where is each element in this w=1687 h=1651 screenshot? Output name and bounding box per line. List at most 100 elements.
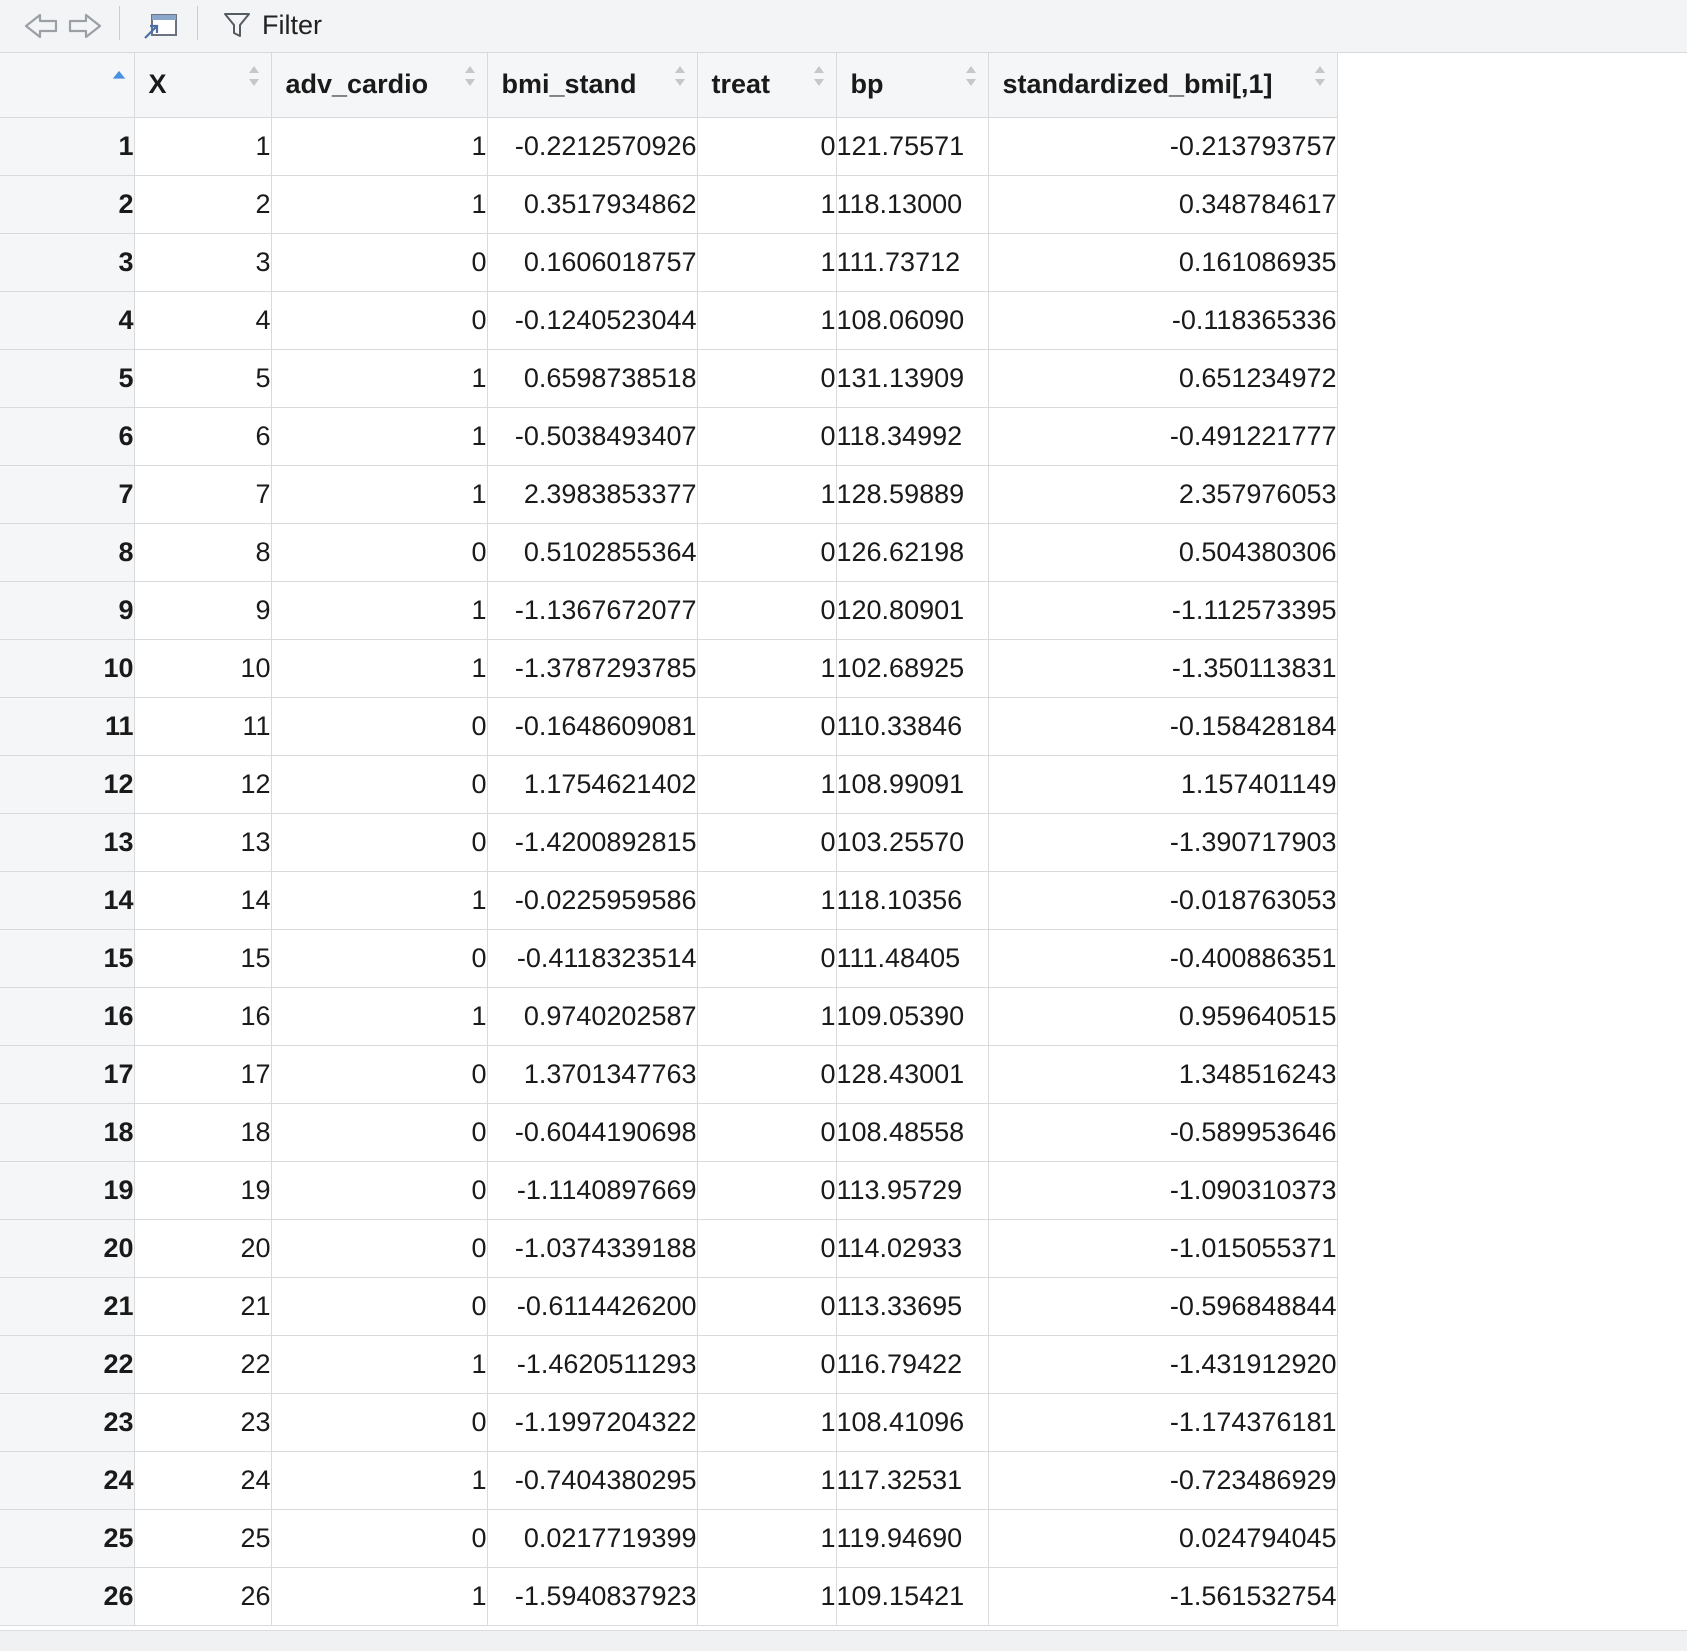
- table-cell: 128.43001: [836, 1045, 989, 1104]
- row-name-cell: 9: [0, 581, 135, 640]
- table-cell: 0.0217719399: [487, 1509, 698, 1568]
- column-header-bmi-stand[interactable]: bmi_stand: [487, 53, 698, 118]
- table-row: 25 25 0 0.0217719399 1 119.94690 0.024794045: [0, 1509, 1338, 1568]
- sort-icon: [248, 66, 259, 86]
- row-name-cell: 4: [0, 291, 135, 350]
- row-name-cell: 23: [0, 1393, 135, 1452]
- table-body: 1 1 1 -0.2212570926 0 121.75571 -0.213793757 2 2…: [0, 117, 1338, 1626]
- table-cell: 20: [134, 1219, 272, 1278]
- table-cell: -1.174376181: [988, 1393, 1338, 1452]
- table-cell: 1: [271, 987, 488, 1046]
- row-name-cell: 10: [0, 639, 135, 698]
- column-header-label: adv_cardio: [285, 69, 429, 100]
- table-cell: -1.4200892815: [487, 813, 698, 872]
- table-cell: 118.34992: [836, 407, 989, 466]
- open-in-window-button[interactable]: [138, 6, 182, 46]
- table-cell: 13: [134, 813, 272, 872]
- table-cell: 23: [134, 1393, 272, 1452]
- table-cell: 111.73712: [836, 233, 989, 292]
- table-cell: 5: [134, 349, 272, 408]
- table-cell: 12: [134, 755, 272, 814]
- table-cell: 128.59889: [836, 465, 989, 524]
- table-cell: 1.1754621402: [487, 755, 698, 814]
- table-cell: 1: [697, 233, 837, 292]
- forward-button[interactable]: [64, 6, 106, 46]
- table-row: 16 16 1 0.9740202587 1 109.05390 0.959640515: [0, 987, 1338, 1046]
- table-cell: 1: [697, 291, 837, 350]
- table-row: 14 14 1 -0.0225959586 1 118.10356 -0.018763053: [0, 871, 1338, 930]
- table-row: 1 1 1 -0.2212570926 0 121.75571 -0.213793757: [0, 117, 1338, 176]
- row-name-cell: 22: [0, 1335, 135, 1394]
- table-cell: 1: [271, 871, 488, 930]
- table-cell: 2: [134, 175, 272, 234]
- table-cell: 0: [271, 1161, 488, 1220]
- table-cell: 1: [271, 1567, 488, 1626]
- table-cell: 113.33695: [836, 1277, 989, 1336]
- toolbar-separator: [197, 6, 198, 40]
- open-in-window-icon: [144, 14, 177, 39]
- table-cell: 0: [271, 233, 488, 292]
- table-cell: 0: [271, 1045, 488, 1104]
- table-cell: 0: [271, 523, 488, 582]
- table-cell: 0: [271, 929, 488, 988]
- table-cell: 117.32531: [836, 1451, 989, 1510]
- table-row: 5 5 1 0.6598738518 0 131.13909 0.651234972: [0, 349, 1338, 408]
- table-row: 22 22 1 -1.4620511293 0 116.79422 -1.431912920: [0, 1335, 1338, 1394]
- data-table: X adv_cardio bmi_stand treat bp standard…: [0, 53, 1338, 1626]
- filter-button[interactable]: Filter: [222, 6, 322, 44]
- table-cell: 4: [134, 291, 272, 350]
- column-header-x[interactable]: X: [134, 53, 272, 118]
- table-cell: 0: [697, 523, 837, 582]
- column-header-adv-cardio[interactable]: adv_cardio: [271, 53, 488, 118]
- row-name-cell: 16: [0, 987, 135, 1046]
- row-name-cell: 19: [0, 1161, 135, 1220]
- table-cell: 108.41096: [836, 1393, 989, 1452]
- table-cell: 114.02933: [836, 1219, 989, 1278]
- table-cell: -1.015055371: [988, 1219, 1338, 1278]
- column-header-bp[interactable]: bp: [836, 53, 989, 118]
- table-cell: 131.13909: [836, 349, 989, 408]
- table-cell: 1.157401149: [988, 755, 1338, 814]
- table-cell: -1.5940837923: [487, 1567, 698, 1626]
- row-name-cell: 6: [0, 407, 135, 466]
- table-cell: -1.1367672077: [487, 581, 698, 640]
- table-cell: 1: [271, 117, 488, 176]
- table-cell: -0.5038493407: [487, 407, 698, 466]
- sort-ascending-icon: [112, 70, 125, 79]
- sort-icon: [464, 66, 475, 86]
- table-cell: -1.0374339188: [487, 1219, 698, 1278]
- table-row: 3 3 0 0.1606018757 1 111.73712 0.161086935: [0, 233, 1338, 292]
- table-cell: 0: [697, 1161, 837, 1220]
- table-cell: 113.95729: [836, 1161, 989, 1220]
- column-header-standardized-bmi[interactable]: standardized_bmi[,1]: [988, 53, 1338, 118]
- table-cell: 0: [697, 1335, 837, 1394]
- table-cell: 118.10356: [836, 871, 989, 930]
- table-cell: 1: [134, 117, 272, 176]
- table-row: 6 6 1 -0.5038493407 0 118.34992 -0.491221777: [0, 407, 1338, 466]
- column-header-treat[interactable]: treat: [697, 53, 837, 118]
- table-cell: -0.6044190698: [487, 1103, 698, 1162]
- table-cell: 8: [134, 523, 272, 582]
- table-cell: 0: [271, 1103, 488, 1162]
- table-cell: 1: [271, 465, 488, 524]
- viewer-toolbar: Filter: [0, 0, 1687, 53]
- sort-icon: [813, 66, 824, 86]
- table-cell: 0.161086935: [988, 233, 1338, 292]
- table-cell: -0.018763053: [988, 871, 1338, 930]
- table-cell: -0.118365336: [988, 291, 1338, 350]
- row-name-cell: 8: [0, 523, 135, 582]
- table-cell: 0: [697, 117, 837, 176]
- table-cell: 10: [134, 639, 272, 698]
- table-cell: 109.05390: [836, 987, 989, 1046]
- back-button[interactable]: [20, 6, 62, 46]
- filter-label: Filter: [262, 9, 322, 40]
- row-names-header[interactable]: [0, 53, 135, 118]
- row-name-cell: 12: [0, 755, 135, 814]
- row-name-cell: 11: [0, 697, 135, 756]
- horizontal-scrollbar[interactable]: [0, 1630, 1687, 1651]
- table-cell: 0: [271, 1509, 488, 1568]
- table-cell: 9: [134, 581, 272, 640]
- table-cell: 17: [134, 1045, 272, 1104]
- header-row: X adv_cardio bmi_stand treat bp standard…: [0, 53, 1338, 118]
- table-cell: -1.4620511293: [487, 1335, 698, 1394]
